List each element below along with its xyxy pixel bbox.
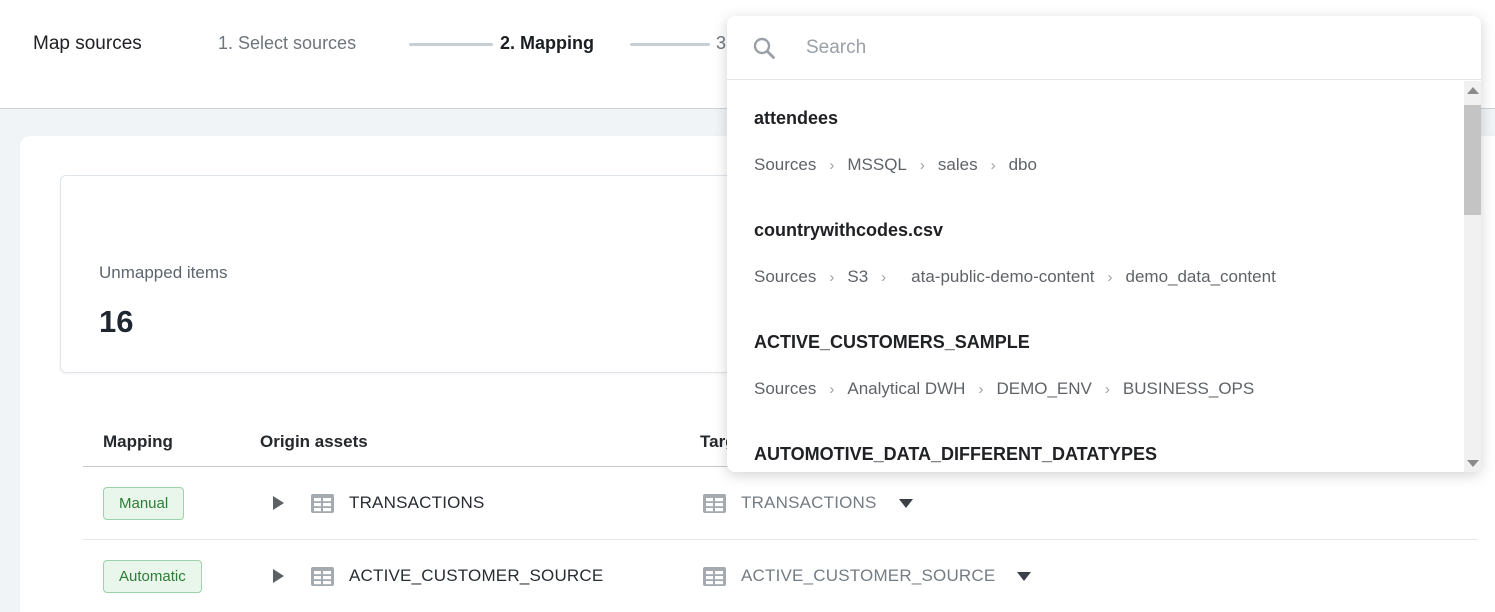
- search-icon: [753, 37, 775, 59]
- table-icon: [311, 567, 334, 586]
- breadcrumb-segment: Sources: [754, 267, 816, 287]
- mapping-cell: Automatic: [103, 560, 260, 593]
- asset-title: attendees: [754, 108, 838, 129]
- search-result-item[interactable]: AUTOMOTIVE_DATA_DIFFERENT_DATATYPES: [727, 417, 1464, 472]
- chevron-right-icon: ›: [978, 381, 983, 398]
- page-title: Map sources: [33, 33, 142, 55]
- target-asset-cell[interactable]: TRANSACTIONS: [700, 493, 1478, 513]
- breadcrumb-segment: demo_data_content: [1126, 267, 1276, 287]
- breadcrumb-segment: BUSINESS_OPS: [1123, 379, 1254, 399]
- breadcrumb-segment: DEMO_ENV: [996, 379, 1091, 399]
- chevron-right-icon: ›: [991, 157, 996, 174]
- asset-search-dropdown: attendees Sources › MSSQL › sales › dbo …: [727, 16, 1481, 472]
- breadcrumb-segment: sales: [938, 155, 978, 175]
- target-asset-cell[interactable]: ACTIVE_CUSTOMER_SOURCE: [700, 566, 1478, 586]
- column-header-origin-assets: Origin assets: [260, 432, 700, 452]
- breadcrumb-segment: ata-public-demo-content: [911, 267, 1094, 287]
- origin-asset-name: ACTIVE_CUSTOMER_SOURCE: [349, 566, 603, 586]
- scroll-down-icon[interactable]: [1464, 454, 1481, 472]
- chevron-right-icon: ›: [829, 157, 834, 174]
- breadcrumb-segment: S3: [847, 267, 868, 287]
- origin-asset-cell: ACTIVE_CUSTOMER_SOURCE: [260, 566, 700, 586]
- asset-breadcrumb: Sources › S3 › ata-public-demo-content ›…: [754, 267, 1276, 287]
- table-row: Manual TRANSACTIONS TRA: [83, 467, 1478, 540]
- unmapped-items-label: Unmapped items: [99, 263, 228, 283]
- asset-breadcrumb: Sources › MSSQL › sales › dbo: [754, 155, 1037, 175]
- stepper-connector: [630, 43, 710, 46]
- breadcrumb-segment: Sources: [754, 379, 816, 399]
- unmapped-items-count: 16: [99, 304, 133, 340]
- expand-row-icon[interactable]: [273, 569, 284, 583]
- expand-row-icon[interactable]: [273, 496, 284, 510]
- origin-asset-name: TRANSACTIONS: [349, 493, 485, 513]
- target-asset-name: TRANSACTIONS: [741, 493, 877, 513]
- chevron-right-icon: ›: [829, 381, 834, 398]
- caret-down-icon[interactable]: [1017, 572, 1031, 581]
- chevron-right-icon: ›: [920, 157, 925, 174]
- asset-title: countrywithcodes.csv: [754, 220, 943, 241]
- column-header-mapping: Mapping: [103, 432, 260, 452]
- scrollbar-thumb[interactable]: [1464, 105, 1481, 215]
- breadcrumb-segment: MSSQL: [847, 155, 907, 175]
- asset-breadcrumb: Sources › Analytical DWH › DEMO_ENV › BU…: [754, 379, 1254, 399]
- asset-title: AUTOMOTIVE_DATA_DIFFERENT_DATATYPES: [754, 444, 1157, 465]
- mapping-type-badge: Manual: [103, 487, 184, 520]
- search-bar: [727, 16, 1481, 80]
- dropdown-scrollbar[interactable]: [1464, 81, 1481, 472]
- table-row: Automatic ACTIVE_CUSTOMER_SOURCE: [83, 540, 1478, 612]
- stepper-step-mapping[interactable]: 2. Mapping: [500, 33, 594, 54]
- chevron-right-icon: ›: [1108, 269, 1113, 286]
- chevron-right-icon: ›: [881, 269, 886, 286]
- breadcrumb-segment: dbo: [1009, 155, 1037, 175]
- target-asset-name: ACTIVE_CUSTOMER_SOURCE: [741, 566, 995, 586]
- mapping-type-badge: Automatic: [103, 560, 202, 593]
- table-icon: [703, 494, 726, 513]
- stepper-step-select-sources[interactable]: 1. Select sources: [218, 33, 356, 54]
- search-results-list: attendees Sources › MSSQL › sales › dbo …: [727, 81, 1464, 472]
- asset-title: ACTIVE_CUSTOMERS_SAMPLE: [754, 332, 1030, 353]
- search-result-item[interactable]: countrywithcodes.csv Sources › S3 › ata-…: [727, 193, 1464, 305]
- stepper-step-3[interactable]: 3: [716, 33, 726, 54]
- scroll-up-icon[interactable]: [1464, 81, 1481, 99]
- breadcrumb-segment: Sources: [754, 155, 816, 175]
- search-result-item[interactable]: attendees Sources › MSSQL › sales › dbo: [727, 81, 1464, 193]
- mapping-cell: Manual: [103, 487, 260, 520]
- origin-asset-cell: TRANSACTIONS: [260, 493, 700, 513]
- stepper-connector: [409, 43, 493, 46]
- search-result-item[interactable]: ACTIVE_CUSTOMERS_SAMPLE Sources › Analyt…: [727, 305, 1464, 417]
- search-input[interactable]: [806, 37, 1346, 59]
- table-icon: [703, 567, 726, 586]
- caret-down-icon[interactable]: [899, 499, 913, 508]
- chevron-right-icon: ›: [829, 269, 834, 286]
- breadcrumb-segment: Analytical DWH: [847, 379, 965, 399]
- table-icon: [311, 494, 334, 513]
- chevron-right-icon: ›: [1105, 381, 1110, 398]
